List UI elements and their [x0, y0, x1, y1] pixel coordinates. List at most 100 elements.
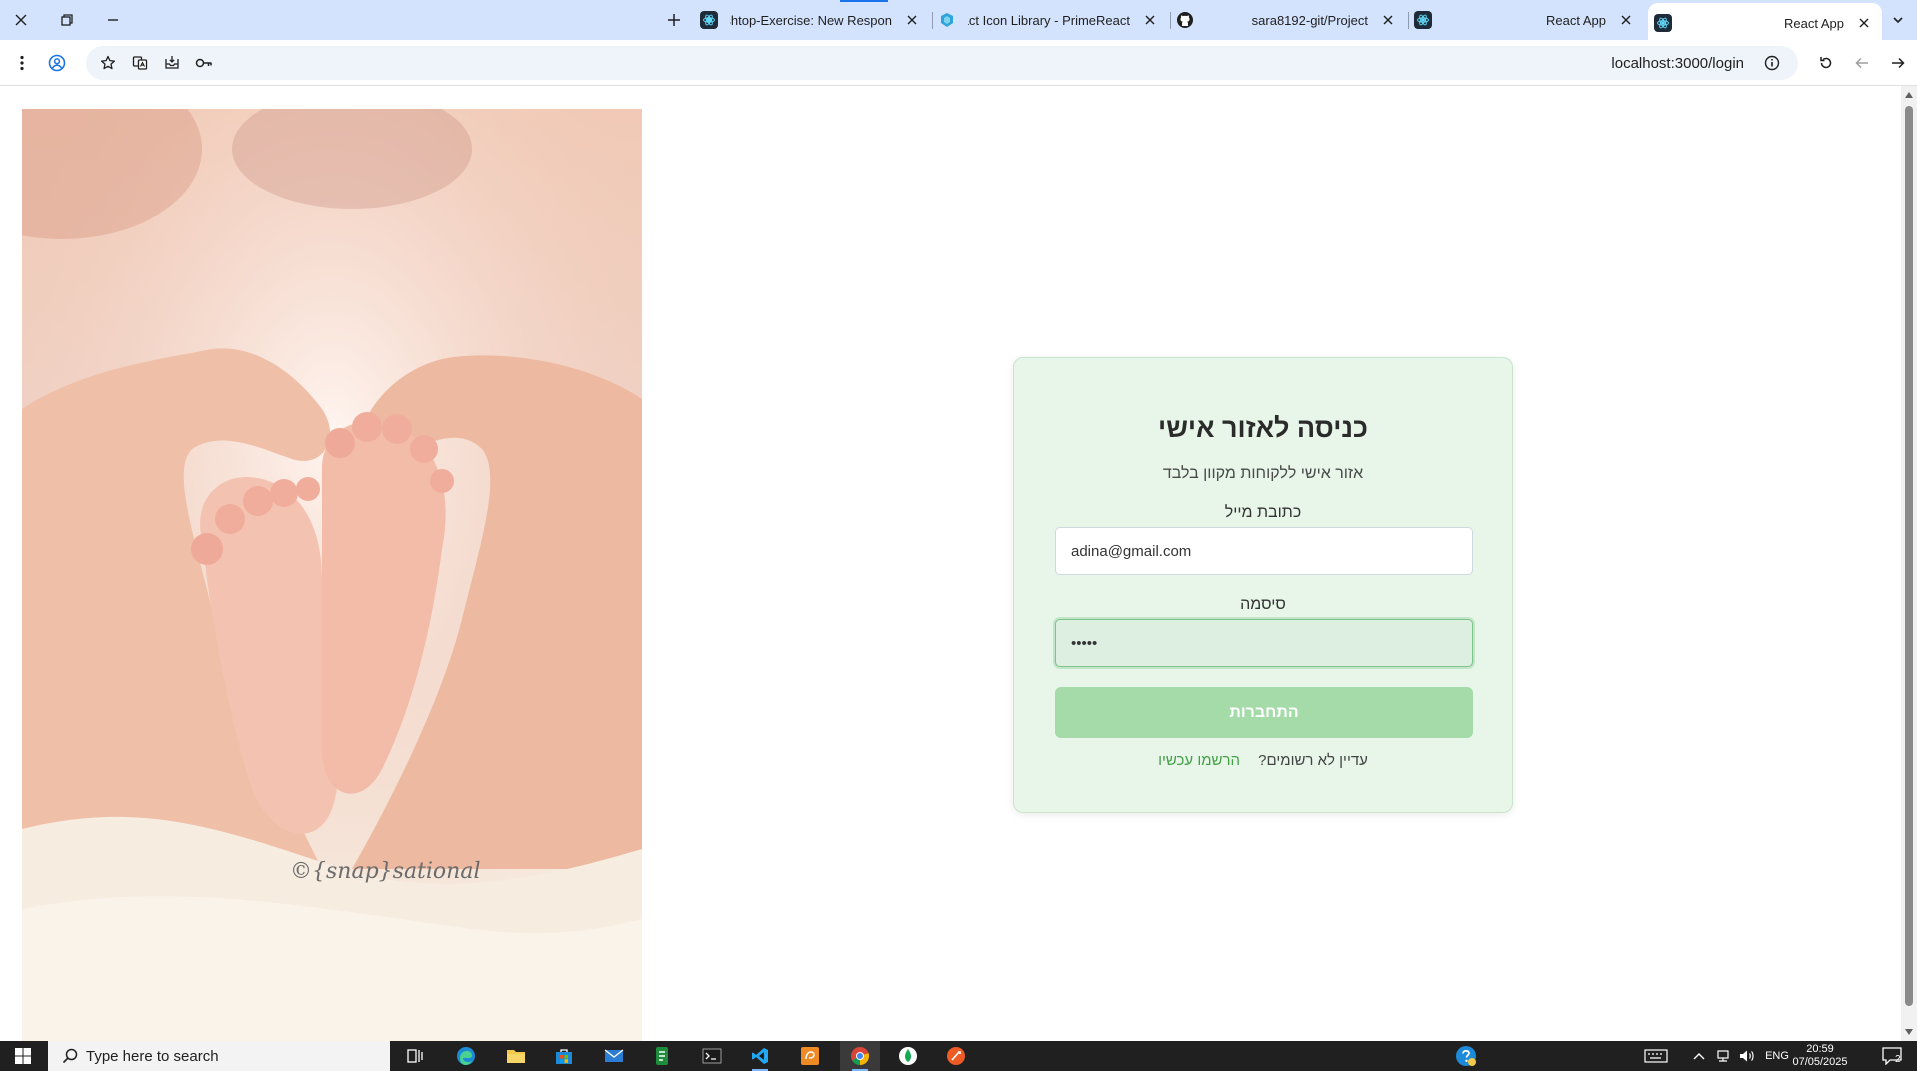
forward-button[interactable]	[1884, 49, 1912, 77]
notification-center-button[interactable]: 2	[1874, 1041, 1910, 1071]
volume-tray-icon[interactable]	[1736, 1041, 1758, 1071]
password-field[interactable]	[1055, 619, 1473, 667]
chevron-up-icon	[1693, 1053, 1705, 1060]
tab-close-button[interactable]	[1618, 12, 1634, 28]
scroll-up-arrow[interactable]	[1904, 90, 1914, 100]
tab-title: geshtop-Exercise: New Respon	[730, 12, 892, 28]
tab-close-button[interactable]	[904, 12, 920, 28]
tab-close-button[interactable]	[1142, 12, 1158, 28]
translate-button[interactable]	[126, 49, 154, 77]
tab-separator	[1408, 12, 1409, 29]
new-tab-button[interactable]	[660, 8, 688, 32]
search-placeholder: Type here to search	[86, 1047, 219, 1065]
page-scrollbar[interactable]	[1901, 86, 1917, 1041]
edge-app[interactable]	[446, 1041, 486, 1071]
close-icon	[1145, 15, 1155, 25]
address-bar[interactable]: localhost:3000/login	[86, 46, 1798, 80]
tab-separator	[932, 12, 933, 29]
chrome-icon	[851, 1047, 870, 1065]
info-icon	[1764, 55, 1780, 71]
password-label: סיסמה	[1240, 596, 1286, 613]
mongodb-app[interactable]	[888, 1041, 928, 1071]
tab-react-app-active[interactable]: React App	[1648, 3, 1882, 43]
bookmark-star-button[interactable]	[94, 49, 122, 77]
tab-react-app[interactable]: React App	[1408, 0, 1644, 40]
start-button[interactable]	[0, 1041, 46, 1071]
tab-close-button[interactable]	[1856, 15, 1872, 31]
search-icon	[62, 1048, 78, 1064]
close-icon	[907, 15, 917, 25]
react-icon	[1414, 11, 1432, 29]
triangle-up-icon	[1905, 92, 1913, 98]
help-icon	[1456, 1046, 1476, 1066]
close-window-button[interactable]	[4, 6, 38, 34]
store-app[interactable]	[544, 1041, 584, 1071]
email-field[interactable]	[1055, 527, 1473, 575]
arrow-left-icon	[1855, 57, 1868, 69]
postman-icon	[947, 1047, 965, 1065]
login-button[interactable]: התחברות	[1055, 687, 1473, 738]
mongodb-icon	[899, 1047, 917, 1065]
reload-icon	[1820, 57, 1832, 69]
orange-app[interactable]	[790, 1041, 830, 1071]
clock[interactable]: 20:59 07/05/2025	[1792, 1043, 1848, 1069]
network-tray-icon[interactable]	[1712, 1041, 1734, 1071]
tab-title: React Icon Library - PrimeReact	[968, 12, 1130, 28]
file-explorer-app[interactable]	[496, 1041, 536, 1071]
clock-time: 20:59	[1806, 1043, 1834, 1055]
minimize-window-button[interactable]	[96, 6, 130, 34]
site-info-button[interactable]	[1758, 49, 1786, 77]
arrow-right-icon	[1892, 57, 1905, 69]
mail-icon	[604, 1049, 624, 1062]
notification-count: 2	[1895, 1054, 1901, 1065]
key-icon	[195, 58, 212, 68]
help-tray-icon[interactable]	[1452, 1041, 1480, 1071]
triangle-down-icon	[1905, 1029, 1913, 1035]
login-title: כניסה לאזור אישי	[1158, 413, 1368, 443]
grid-icon	[700, 11, 718, 29]
page-content: ©{snap}sational כניסה לאזור אישי אזור אי…	[0, 86, 1917, 1041]
reload-button[interactable]	[1812, 49, 1840, 77]
react-icon	[1654, 14, 1672, 32]
password-key-button[interactable]	[190, 49, 218, 77]
back-button[interactable]	[1848, 49, 1876, 77]
tab-geshtop-exercise[interactable]: geshtop-Exercise: New Respon	[694, 0, 930, 40]
green-app[interactable]	[642, 1041, 682, 1071]
keyboard-tray-icon[interactable]	[1642, 1041, 1670, 1071]
register-link[interactable]: הרשמו עכשיו	[1158, 752, 1240, 769]
chrome-app[interactable]	[840, 1041, 880, 1071]
show-hidden-icons-button[interactable]	[1688, 1041, 1710, 1071]
folder-icon	[507, 1050, 525, 1063]
postman-app[interactable]	[936, 1041, 976, 1071]
login-card: כניסה לאזור אישי אזור אישי ללקוחות מקוון…	[1013, 357, 1513, 813]
language-indicator[interactable]: ENG	[1760, 1041, 1794, 1071]
task-view-button[interactable]	[396, 1041, 436, 1071]
tab-title: React App	[1784, 15, 1844, 31]
tab-search-button[interactable]	[1886, 8, 1910, 32]
scroll-down-arrow[interactable]	[1904, 1027, 1914, 1037]
network-icon	[1717, 1050, 1729, 1062]
install-app-button[interactable]	[158, 49, 186, 77]
menu-button[interactable]	[8, 49, 36, 77]
restore-window-button[interactable]	[50, 6, 84, 34]
baby-feet-photo: ©{snap}sational	[22, 109, 642, 1041]
taskbar-search-box[interactable]: Type here to search	[48, 1041, 390, 1071]
close-icon	[1383, 15, 1393, 25]
register-question: עדיין לא רשומים?	[1258, 752, 1368, 769]
tab-close-button[interactable]	[1380, 12, 1396, 28]
scroll-thumb[interactable]	[1905, 106, 1913, 1006]
tab-react-icon-library[interactable]: React Icon Library - PrimeReact	[932, 0, 1168, 40]
more-vertical-icon	[20, 55, 24, 71]
translate-icon	[132, 56, 148, 70]
vscode-app[interactable]	[740, 1041, 780, 1071]
terminal-app[interactable]	[692, 1041, 732, 1071]
tab-title: sara8192-git/Project	[1251, 12, 1368, 28]
clock-date: 07/05/2025	[1792, 1056, 1848, 1068]
task-view-icon	[407, 1049, 423, 1063]
profile-button[interactable]	[43, 49, 71, 77]
tab-github-project[interactable]: sara8192-git/Project	[1170, 0, 1406, 40]
mail-app[interactable]	[594, 1041, 634, 1071]
windows-icon	[15, 1048, 31, 1064]
primereact-icon	[938, 11, 956, 29]
restore-icon	[61, 14, 73, 26]
